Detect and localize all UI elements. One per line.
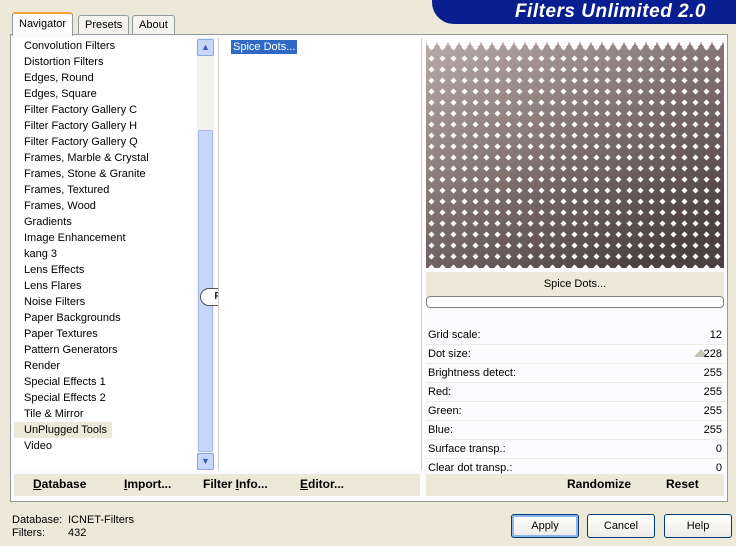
category-item[interactable]: Lens Effects	[14, 262, 196, 278]
category-item[interactable]: Pattern Generators	[14, 342, 196, 358]
param-value: 228	[703, 348, 722, 360]
category-item[interactable]: Frames, Textured	[14, 182, 196, 198]
category-item[interactable]: Distortion Filters	[14, 54, 196, 70]
brand-title: Filters Unlimited 2.0	[514, 1, 706, 22]
category-item[interactable]: Filter Factory Gallery C	[14, 102, 196, 118]
category-item[interactable]: Lens Flares	[14, 278, 196, 294]
param-row[interactable]: Dot size: 228	[426, 345, 726, 364]
param-row[interactable]: Brightness detect: 255	[426, 364, 726, 383]
category-item[interactable]: Gradients	[14, 214, 196, 230]
filter-info-button[interactable]: Filter Info...	[203, 477, 268, 491]
preview-image	[426, 42, 724, 268]
database-label: Database:	[12, 514, 63, 526]
category-item[interactable]: Frames, Stone & Granite	[14, 166, 196, 182]
param-label: Brightness detect:	[428, 367, 517, 379]
tab-navigator[interactable]: Navigator	[12, 12, 74, 36]
category-item-selected[interactable]: UnPlugged Tools	[14, 422, 112, 438]
filters-count: 432	[68, 527, 87, 539]
category-item[interactable]: Edges, Square	[14, 86, 196, 102]
brand-banner: Filters Unlimited 2.0	[432, 0, 736, 24]
category-item[interactable]: Paper Textures	[14, 326, 196, 342]
category-item[interactable]: Image Enhancement	[14, 230, 196, 246]
category-list[interactable]: Convolution Filters Distortion Filters E…	[14, 38, 196, 470]
preset-toolbar: Randomize Reset	[426, 474, 724, 496]
category-item[interactable]: Tile & Mirror	[14, 406, 196, 422]
category-item[interactable]: Render	[14, 358, 196, 374]
editor-button[interactable]: Editor...	[300, 477, 344, 491]
param-value: 0	[715, 443, 722, 455]
database-info: Database: ICNET-Filters Filters: 432	[12, 514, 134, 540]
cancel-button[interactable]: Cancel	[587, 514, 655, 538]
database-button[interactable]: Database	[33, 477, 86, 491]
database-value: ICNET-Filters	[68, 514, 134, 526]
param-value: 255	[703, 367, 722, 379]
import-button[interactable]: Import...	[124, 477, 171, 491]
category-item[interactable]: Frames, Marble & Crystal	[14, 150, 196, 166]
reset-button[interactable]: Reset	[666, 477, 699, 491]
category-item[interactable]: Frames, Wood	[14, 198, 196, 214]
scroll-down-icon[interactable]: ▼	[197, 453, 214, 470]
apply-button[interactable]: Apply	[511, 514, 579, 538]
category-item[interactable]: Special Effects 2	[14, 390, 196, 406]
progress-bar	[426, 296, 724, 308]
category-item[interactable]: kang 3	[14, 246, 196, 262]
filter-item-selected[interactable]: Spice Dots...	[231, 40, 298, 54]
tab-about[interactable]: About	[132, 15, 175, 34]
param-value: 255	[703, 405, 722, 417]
category-item[interactable]: Filter Factory Gallery H	[14, 118, 196, 134]
category-item[interactable]: Paper Backgrounds	[14, 310, 196, 326]
param-label: Dot size:	[428, 348, 471, 360]
parameter-list: Grid scale: 12 Dot size: 228 Brightness …	[426, 326, 726, 478]
param-row[interactable]: Grid scale: 12	[426, 326, 726, 345]
category-item[interactable]: Video	[14, 438, 196, 454]
category-item[interactable]: Edges, Round	[14, 70, 196, 86]
param-value: 255	[703, 424, 722, 436]
preview-filter-name: Spice Dots...	[426, 272, 724, 296]
category-item[interactable]: Filter Factory Gallery Q	[14, 134, 196, 150]
param-label: Grid scale:	[428, 329, 481, 341]
param-value: 255	[703, 386, 722, 398]
param-label: Green:	[428, 405, 462, 417]
randomize-button[interactable]: Randomize	[567, 477, 631, 491]
param-label: Blue:	[428, 424, 454, 436]
scroll-up-icon[interactable]: ▲	[197, 39, 214, 56]
param-row[interactable]: Red: 255	[426, 383, 726, 402]
category-scrollbar[interactable]: ▲ ▼	[197, 38, 214, 470]
category-item[interactable]: Convolution Filters	[14, 38, 196, 54]
preview-area	[426, 42, 724, 268]
param-row[interactable]: Green: 255	[426, 402, 726, 421]
filters-label: Filters:	[12, 527, 45, 539]
database-toolbar: Database Import... Filter Info... Editor…	[14, 474, 420, 496]
param-label: Red:	[428, 386, 452, 398]
tab-presets[interactable]: Presets	[78, 15, 130, 34]
category-item[interactable]: Special Effects 1	[14, 374, 196, 390]
help-button[interactable]: Help	[664, 514, 732, 538]
category-item[interactable]: Noise Filters	[14, 294, 196, 310]
param-row[interactable]: Blue: 255	[426, 421, 726, 440]
param-value: 12	[709, 329, 722, 341]
param-row[interactable]: Surface transp.: 0	[426, 440, 726, 459]
param-label: Surface transp.:	[428, 443, 506, 455]
filter-list[interactable]: Spice Dots...	[218, 38, 422, 470]
